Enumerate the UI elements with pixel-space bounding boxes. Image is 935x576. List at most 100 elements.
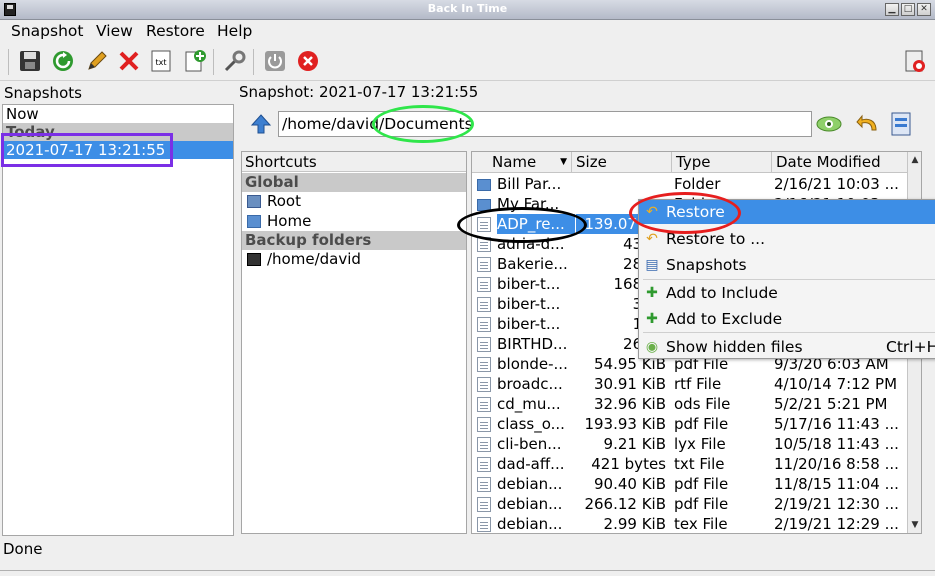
delete-icon[interactable] [117,49,141,73]
file-size: 32.96 KiB [593,395,666,413]
file-name: blonde-... [497,355,568,373]
file-row[interactable]: debian... 90.40 KiB pdf File 11/8/15 11:04 … [472,474,908,494]
file-row[interactable]: class_o... 193.93 KiB pdf File 5/17/16 11:4… [472,414,908,434]
add-snapshot-icon[interactable] [183,49,207,73]
snapshot-item-now[interactable]: Now [3,105,233,123]
help-icon[interactable] [903,49,927,73]
file-type: lyx File [674,435,726,453]
document-icon [477,517,491,532]
minimize-button[interactable]: ▁ [885,3,899,16]
document-icon [477,397,491,412]
file-name: cli-ben... [497,435,562,453]
snapshots-panel: Snapshots Now Today 2021-07-17 13:21:55 [0,84,234,536]
toolbar-separator [213,49,214,75]
file-row[interactable]: broadc... 30.91 KiB rtf File 4/10/14 7:12 P… [472,374,908,394]
file-row[interactable]: cli-ben... 9.21 KiB lyx File 10/5/18 11:43 … [472,434,908,454]
document-icon [477,417,491,432]
up-arrow-icon[interactable] [250,113,272,135]
file-date: 2/19/21 12:30 ... [774,495,899,513]
computer-icon [247,195,261,208]
document-icon [477,357,491,372]
document-icon [477,437,491,452]
column-header-size[interactable]: Size [572,152,672,173]
file-type: pdf File [674,415,729,433]
restore-icon[interactable] [856,112,880,136]
shortcut-backup-folder[interactable]: /home/david [242,250,466,269]
file-name: class_o... [497,415,565,433]
snapshot-label: Snapshot: 2021-07-17 13:21:55 [239,83,479,101]
file-name: biber-t... [497,275,561,293]
file-row[interactable]: Bill Par... Folder 2/16/21 10:03 ... [472,174,908,194]
column-header-name[interactable]: Name ▼ [472,152,572,173]
close-button[interactable]: ✕ [917,3,931,16]
file-name: biber-t... [497,295,561,313]
file-type: ods File [674,395,731,413]
file-name: Bill Par... [497,175,562,193]
ctx-add-exclude[interactable]: ✚ Add to Exclude [639,307,935,331]
menu-snapshot[interactable]: Snapshot [11,22,83,40]
scroll-down-arrow-icon[interactable]: ▼ [910,520,920,530]
window-title: Back In Time [427,2,508,15]
refresh-icon[interactable] [51,49,75,73]
file-type: Folder [674,175,721,193]
column-header-date[interactable]: Date Modified [772,152,908,173]
file-size: 2.99 KiB [603,515,666,533]
snapshot-item-selected[interactable]: 2021-07-17 13:21:55 [3,141,233,159]
ctx-show-hidden[interactable]: ◉ Show hidden files Ctrl+H [639,335,935,359]
document-icon [477,257,491,272]
file-size: 30.91 KiB [593,375,666,393]
shortcut-home[interactable]: Home [242,212,466,231]
add-exclude-icon: ✚ [646,311,658,327]
sort-arrow-icon: ▼ [560,157,567,167]
eye-icon[interactable] [816,114,842,134]
file-row[interactable]: debian... 266.12 KiB pdf File 2/19/21 12:30… [472,494,908,514]
file-type: pdf File [674,495,729,513]
document-icon [477,337,491,352]
file-name: debian... [497,475,563,493]
document-icon [477,497,491,512]
file-name: Bakerie... [497,255,568,273]
shutdown-icon[interactable] [263,49,287,73]
snapshot-group-today: Today [3,123,233,141]
ctx-separator [643,279,935,280]
file-date: 10/5/18 11:43 ... [774,435,899,453]
file-name: debian... [497,495,563,513]
menu-help[interactable]: Help [217,22,252,40]
file-row[interactable]: dad-aff... 421 bytes txt File 11/20/16 8:58… [472,454,908,474]
ctx-restore-label: Restore [666,203,725,221]
column-header-type[interactable]: Type [672,152,772,173]
file-size: 193.93 KiB [584,415,666,433]
edit-icon[interactable] [85,49,109,73]
ctx-add-include[interactable]: ✚ Add to Include [639,281,935,305]
file-type: tex File [674,515,728,533]
file-row[interactable]: cd_mu... 32.96 KiB ods File 5/2/21 5:21 PM [472,394,908,414]
stop-icon[interactable] [296,49,320,73]
path-input[interactable] [278,111,812,137]
maximize-button[interactable]: □ [901,3,915,16]
snapshots-icon[interactable] [890,111,912,137]
snapshots-icon: ▤ [645,257,659,273]
save-icon[interactable] [18,49,42,73]
settings-icon[interactable] [223,49,247,73]
status-text: Done [3,540,43,558]
scroll-up-arrow-icon[interactable]: ▲ [910,155,920,165]
document-icon [477,457,491,472]
file-type: rtf File [674,375,722,393]
menu-restore[interactable]: Restore [146,22,205,40]
file-size: 9.21 KiB [603,435,666,453]
ctx-restore[interactable]: ↶ Restore [639,200,935,224]
add-include-icon: ✚ [646,285,658,301]
document-icon [477,317,491,332]
menu-view[interactable]: View [96,22,133,40]
toolbar: txt [0,43,935,81]
file-row[interactable]: debian... 2.99 KiB tex File 2/19/21 12:29 .… [472,514,908,533]
file-type: pdf File [674,475,729,493]
document-icon [477,477,491,492]
file-name: broadc... [497,375,563,393]
ctx-snapshots[interactable]: ▤ Snapshots [639,253,935,277]
shortcut-home-label: Home [267,212,312,230]
ctx-restore-to[interactable]: ↶ Restore to ... [639,227,935,251]
context-menu: ↶ Restore ↶ Restore to ... ▤ Snapshots ✚… [638,199,935,359]
log-icon[interactable]: txt [149,49,173,73]
shortcut-root[interactable]: Root [242,192,466,211]
